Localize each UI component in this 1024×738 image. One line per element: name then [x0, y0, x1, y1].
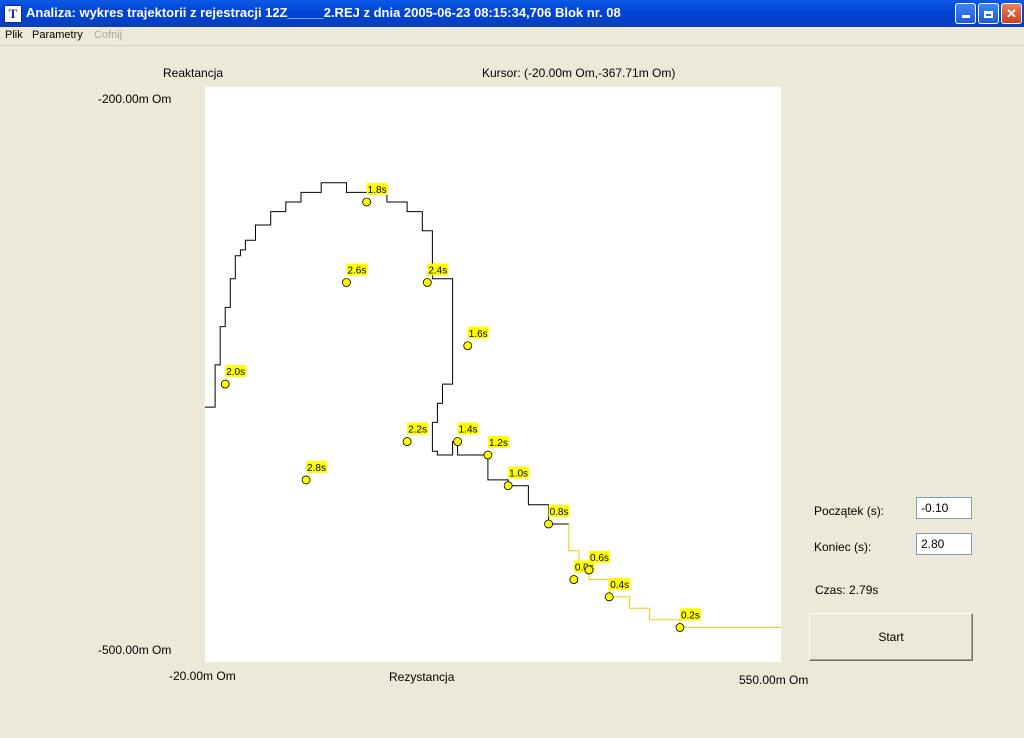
time-marker-label: 1.6s — [469, 329, 488, 340]
time-marker-label: 2.0s — [226, 367, 245, 378]
close-button[interactable]: ✕ — [1001, 3, 1022, 24]
time-marker — [453, 437, 463, 446]
menu-cofnij[interactable]: Cofnij — [94, 29, 122, 41]
time-marker — [604, 592, 614, 602]
menu-plik[interactable]: Plik — [5, 29, 23, 41]
time-marker — [301, 475, 311, 485]
x-min-label: -20.00m Om — [169, 669, 236, 683]
time-marker — [544, 519, 553, 529]
time-marker — [503, 481, 513, 491]
x-max-label: 550.00m Om — [739, 673, 809, 687]
close-icon: ✕ — [1006, 6, 1017, 21]
time-marker-label: 0.6s — [590, 553, 609, 564]
start-time-input[interactable] — [916, 497, 972, 519]
cursor-readout: Kursor: (-20.00m Om,-367.71m Om) — [482, 66, 676, 80]
maximize-button[interactable] — [978, 3, 999, 24]
time-marker-label: 2.4s — [428, 266, 447, 277]
menu-parametry[interactable]: Parametry — [32, 29, 83, 41]
time-marker-label: 2.8s — [307, 463, 326, 474]
time-marker-label: 1.8s — [368, 185, 387, 196]
menu-bar: Plik Parametry Cofnij — [0, 27, 1024, 46]
time-marker — [584, 565, 594, 575]
time-marker-label: 0.2s — [681, 611, 700, 622]
time-marker-label: 0.4s — [610, 580, 629, 591]
time-marker-label: 1.4s — [459, 425, 478, 436]
time-marker-label: 1.0s — [509, 469, 528, 480]
trajectory-plot[interactable]: 0.0s 0.2s 0.4s 0.6s 0.8s 1.0s 1.2s 1.4s 1.6s 1.8s… — [205, 87, 781, 662]
time-marker — [402, 437, 412, 446]
time-marker-label: 0.8s — [550, 507, 569, 518]
end-time-input[interactable] — [916, 533, 972, 555]
title-bar[interactable]: T Analiza: wykres trajektorii z rejestra… — [0, 0, 1024, 27]
y-min-label: -500.00m Om — [98, 643, 172, 657]
minimize-icon — [961, 15, 970, 18]
time-marker-label: 1.2s — [489, 438, 508, 449]
trajectory-chart[interactable]: 0.0s0.2s0.4s0.6s0.8s1.0s1.2s1.4s1.6s1.8s… — [205, 87, 781, 662]
end-time-label: Koniec (s): — [814, 540, 872, 554]
time-marker — [463, 341, 473, 351]
time-marker-label: 2.6s — [347, 266, 366, 277]
trajectory-line-yellow — [568, 524, 781, 628]
time-marker — [342, 278, 351, 287]
time-marker — [362, 197, 372, 207]
y-max-label: -200.00m Om — [98, 92, 172, 106]
y-axis-title: Reaktancja — [163, 66, 224, 80]
time-marker — [422, 278, 432, 287]
restore-icon — [984, 11, 993, 18]
time-marker — [483, 450, 493, 460]
time-readout: Czas: 2.79s — [815, 583, 879, 597]
time-marker — [569, 575, 579, 584]
time-marker — [220, 379, 230, 389]
time-marker — [675, 623, 685, 632]
window-title: Analiza: wykres trajektorii z rejestracj… — [26, 5, 621, 20]
start-button[interactable]: Start — [809, 613, 973, 661]
time-marker-label: 2.2s — [408, 425, 427, 436]
start-time-label: Początek (s): — [814, 504, 885, 518]
app-icon[interactable]: T — [4, 5, 22, 23]
minimize-button[interactable] — [955, 3, 976, 24]
x-axis-title: Rezystancja — [389, 670, 455, 684]
